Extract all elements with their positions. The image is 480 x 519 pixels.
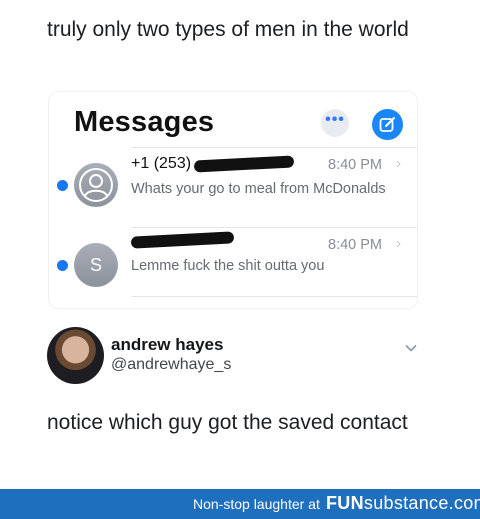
ellipsis-icon: ••• <box>325 111 345 128</box>
funsubstance-logo[interactable]: FUNsubstance.com <box>326 493 480 514</box>
chevron-down-icon[interactable] <box>404 341 418 355</box>
row-divider <box>131 147 417 148</box>
conversation-row[interactable]: S 8:40 PM › Lemme fuck the shit outta yo… <box>49 227 417 297</box>
messages-screenshot: Messages ••• +1 (253) 8:40 PM › Whats yo… <box>48 91 418 309</box>
footer-tagline: Non-stop laughter at <box>193 496 320 512</box>
row-divider <box>131 296 417 297</box>
author-avatar[interactable] <box>47 327 104 384</box>
conversation-preview: Whats your go to meal from McDonalds <box>131 181 386 197</box>
unread-indicator <box>57 180 68 191</box>
footer-banner: Non-stop laughter at FUNsubstance.com <box>0 489 480 519</box>
avatar-initial: S <box>89 254 102 275</box>
tweet-text: notice which guy got the saved contact <box>47 411 408 434</box>
redaction-scribble <box>130 231 235 249</box>
compose-icon <box>379 117 395 132</box>
contact-avatar <box>74 163 118 207</box>
more-button[interactable]: ••• <box>321 109 349 137</box>
row-divider <box>131 227 417 228</box>
person-silhouette-icon <box>79 168 113 202</box>
conversation-preview: Lemme fuck the shit outta you <box>131 258 325 274</box>
conversation-time: 8:40 PM <box>328 157 382 173</box>
redaction-scribble <box>193 155 295 173</box>
unread-indicator <box>57 260 68 271</box>
compose-button[interactable] <box>372 109 403 140</box>
post-caption: truly only two types of men in the world <box>47 18 409 41</box>
author-handle[interactable]: @andrewhaye_s <box>111 356 231 374</box>
conversation-row[interactable]: +1 (253) 8:40 PM › Whats your go to meal… <box>49 147 417 217</box>
logo-substance: substance.com <box>363 493 480 513</box>
conversation-time: 8:40 PM <box>328 237 382 253</box>
logo-fun: FUN <box>326 493 364 513</box>
conversation-sender: +1 (253) <box>131 155 192 172</box>
chevron-right-icon: › <box>396 155 401 172</box>
messages-title: Messages <box>74 106 215 138</box>
author-name[interactable]: andrew hayes <box>111 335 223 355</box>
contact-avatar: S <box>74 243 118 287</box>
chevron-right-icon: › <box>396 235 401 252</box>
